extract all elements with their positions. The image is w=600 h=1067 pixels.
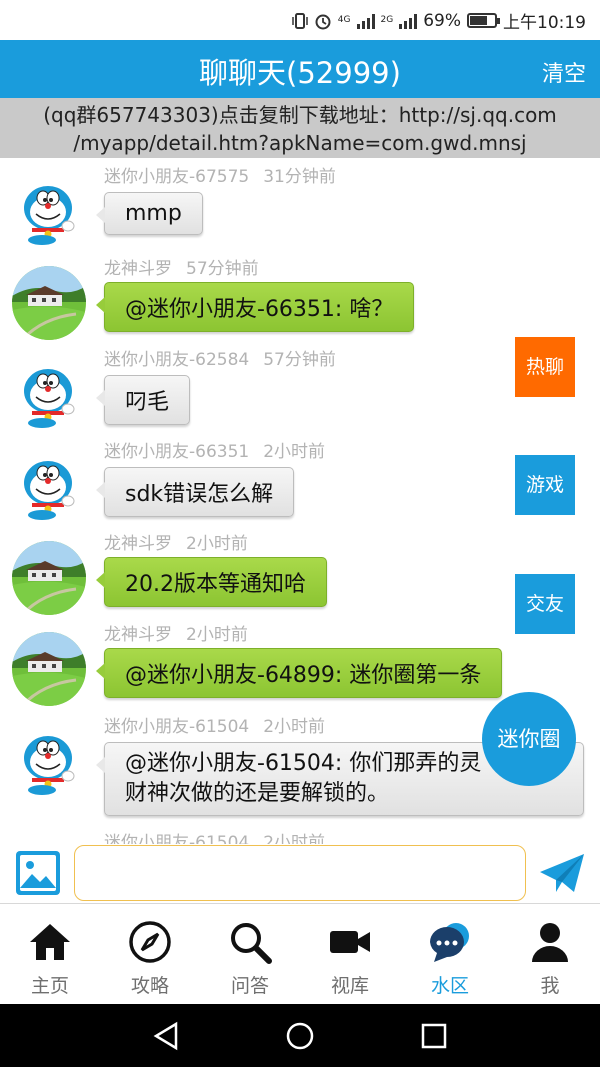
signal-2-icon [399, 13, 418, 29]
tab-me[interactable]: 我 [500, 904, 600, 1004]
person-icon [532, 923, 568, 962]
notice-line-1: (qq群657743303)点击复制下载地址：http://sj.qq.com [43, 103, 557, 127]
message-bubble[interactable]: 20.2版本等通知哈 [96, 557, 327, 607]
doraemon-avatar[interactable] [12, 449, 86, 523]
tab-guides[interactable]: 攻略 [100, 904, 200, 1004]
tab-water-zone[interactable]: 水区 [400, 904, 500, 1004]
hot-chat-tag[interactable]: 热聊 [515, 337, 575, 397]
message-text-line-2: 财神次做的还是要解锁的。 [125, 781, 390, 806]
send-icon[interactable] [538, 852, 586, 896]
doraemon-avatar[interactable] [12, 174, 86, 248]
message-bubble[interactable]: @迷你小朋友-64899: 迷你圈第一条 [95, 648, 503, 698]
tab-qa[interactable]: 问答 [200, 904, 300, 1004]
message-time: 57分钟前 [186, 259, 259, 279]
landscape-avatar[interactable] [12, 541, 86, 615]
home-circle-icon[interactable] [282, 1018, 318, 1054]
sender-name[interactable]: 龙神斗罗 [104, 259, 172, 279]
status-bar: 4G 2G 69% 上午10:19 [0, 0, 600, 40]
tab-label: 攻略 [130, 975, 169, 997]
message-bubble[interactable]: mmp [96, 192, 203, 235]
sender-name[interactable]: 迷你小朋友-61504 [104, 833, 249, 844]
battery-icon [467, 13, 500, 28]
tab-label: 视库 [330, 975, 369, 997]
mini-circle-button[interactable]: 迷你圈 [482, 692, 576, 786]
clear-button[interactable]: 清空 [542, 56, 586, 88]
network-type-2: 2G [380, 15, 394, 25]
friends-tag[interactable]: 交友 [515, 574, 575, 634]
tab-label: 主页 [30, 975, 69, 997]
signal-1-icon [356, 13, 375, 29]
sender-name[interactable]: 迷你小朋友-67575 [104, 167, 249, 187]
recents-icon[interactable] [416, 1018, 452, 1054]
sender-name[interactable]: 迷你小朋友-61504 [104, 717, 249, 737]
vibrate-icon [292, 12, 308, 29]
system-nav-bar [0, 1004, 600, 1067]
sender-name[interactable]: 龙神斗罗 [104, 534, 172, 554]
doraemon-avatar[interactable] [12, 357, 86, 431]
message-time: 2小时前 [186, 625, 248, 645]
network-type-1: 4G [337, 15, 351, 25]
tab-label: 水区 [430, 975, 469, 997]
landscape-avatar[interactable] [12, 266, 86, 340]
search-icon [231, 923, 272, 964]
tab-home[interactable]: 主页 [0, 904, 100, 1004]
message-bubble[interactable]: 叼毛 [95, 375, 191, 425]
video-camera-icon [330, 931, 370, 953]
message-time: 2小时前 [263, 833, 326, 844]
clock: 上午10:19 [503, 13, 586, 33]
message-time: 31分钟前 [263, 167, 336, 187]
sender-name[interactable]: 迷你小朋友-62584 [104, 350, 249, 370]
back-icon[interactable] [148, 1018, 184, 1054]
sender-name[interactable]: 迷你小朋友-66351 [104, 442, 249, 462]
bottom-nav: 主页 攻略 问答 视库 水区 我 [0, 904, 600, 1004]
tab-label: 问答 [230, 975, 269, 997]
compass-icon [129, 921, 171, 963]
message-time: 2小时前 [263, 442, 326, 462]
chat-bubble-icon [430, 923, 469, 962]
message-input[interactable] [74, 845, 526, 901]
page-title: 聊聊天(52999) [199, 56, 401, 90]
message-bubble[interactable]: sdk错误怎么解 [95, 467, 295, 517]
message-time: 57分钟前 [263, 350, 336, 370]
message-time: 2小时前 [186, 534, 248, 554]
message-bubble[interactable]: @迷你小朋友-66351: 啥？ [95, 282, 415, 332]
message-time: 2小时前 [263, 717, 326, 737]
battery-percent: 69% [423, 10, 461, 31]
image-picker-icon[interactable] [15, 850, 61, 896]
home-icon [30, 924, 70, 960]
tab-label: 我 [540, 975, 560, 997]
download-notice[interactable]: (qq群657743303)点击复制下载地址：http://sj.qq.com … [0, 98, 600, 158]
input-bar [0, 844, 600, 904]
notice-line-2: /myapp/detail.htm?apkName=com.gwd.mnsj [73, 131, 527, 155]
alarm-icon [315, 14, 331, 29]
doraemon-avatar[interactable] [12, 724, 86, 798]
landscape-avatar[interactable] [12, 632, 86, 706]
game-tag[interactable]: 游戏 [515, 455, 575, 515]
app-header: 聊聊天(52999) 清空 [0, 40, 600, 98]
tab-videos[interactable]: 视库 [300, 904, 400, 1004]
sender-name[interactable]: 龙神斗罗 [104, 625, 172, 645]
